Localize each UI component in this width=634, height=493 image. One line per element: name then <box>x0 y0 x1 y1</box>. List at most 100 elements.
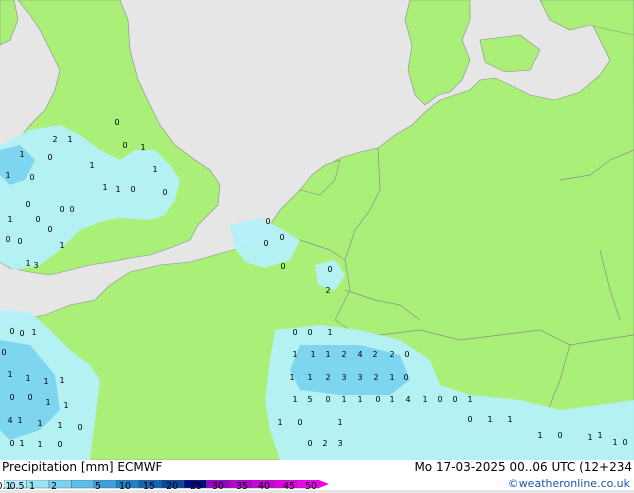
precip-value: 1 <box>67 135 72 144</box>
precip-value: 1 <box>292 395 297 404</box>
precip-value: 1 <box>612 438 617 447</box>
precip-value: 0 <box>263 239 268 248</box>
precip-value: 0 <box>9 439 14 448</box>
precip-value: 1 <box>25 259 30 268</box>
precip-value: 0 <box>375 395 380 404</box>
precip-value: 0 <box>9 327 14 336</box>
precip-value: 2 <box>341 350 346 359</box>
scale-tick-label: 10 <box>118 481 132 492</box>
precip-value: 0 <box>122 141 127 150</box>
precip-value: 1 <box>467 395 472 404</box>
precip-value: 0 <box>27 393 32 402</box>
precip-value: 0 <box>57 440 62 449</box>
precip-value: 4 <box>405 395 410 404</box>
precip-value: 1 <box>37 440 42 449</box>
precip-value: 1 <box>140 143 145 152</box>
precip-value: 1 <box>487 415 492 424</box>
precip-value: 1 <box>19 150 24 159</box>
scale-tick-label: 30 <box>211 481 225 492</box>
precip-value: 1 <box>341 395 346 404</box>
precip-value: 1 <box>289 373 294 382</box>
precip-value: 2 <box>325 373 330 382</box>
precip-value: 0 <box>437 395 442 404</box>
precip-value: 3 <box>357 373 362 382</box>
precip-value: 0 <box>5 235 10 244</box>
scale-tick-label: 15 <box>142 481 156 492</box>
credit-link[interactable]: ©weatheronline.co.uk <box>508 477 630 490</box>
scale-tick-label: 25 <box>189 481 203 492</box>
precip-value: 1 <box>152 165 157 174</box>
precip-value: 0 <box>325 395 330 404</box>
precip-value: 1 <box>357 395 362 404</box>
scale-tick-label: 2 <box>50 481 58 492</box>
precip-value: 1 <box>59 241 64 250</box>
precip-value: 0 <box>307 328 312 337</box>
precip-value: 0 <box>47 153 52 162</box>
precip-value: 0 <box>297 418 302 427</box>
precip-value: 0 <box>69 205 74 214</box>
precip-value: 0 <box>130 185 135 194</box>
precip-value: 2 <box>389 350 394 359</box>
precip-value: 0 <box>25 200 30 209</box>
scale-tick-label: 40 <box>257 481 271 492</box>
precip-value: 0 <box>265 217 270 226</box>
precip-value: 1 <box>19 439 24 448</box>
precip-value: 0 <box>467 415 472 424</box>
precip-value: 0 <box>9 393 14 402</box>
precip-value: 0 <box>280 262 285 271</box>
precip-value: 0 <box>29 173 34 182</box>
precip-value: 0 <box>307 439 312 448</box>
precip-value: 0 <box>35 215 40 224</box>
precip-value: 1 <box>7 215 12 224</box>
precip-value: 0 <box>452 395 457 404</box>
scale-tick-label: 0.5 <box>9 481 25 492</box>
precip-value: 2 <box>373 373 378 382</box>
precip-value: 1 <box>310 350 315 359</box>
precip-value: 1 <box>37 419 42 428</box>
precip-value: 3 <box>33 261 38 270</box>
precip-value: 1 <box>292 350 297 359</box>
precip-value: 4 <box>7 416 12 425</box>
precip-value: 3 <box>341 373 346 382</box>
precip-value: 1 <box>507 415 512 424</box>
precip-value: 0 <box>162 188 167 197</box>
scale-tick-label: 5 <box>94 481 102 492</box>
precip-value: 0 <box>77 423 82 432</box>
precip-value: 3 <box>337 439 342 448</box>
precip-value: 1 <box>597 431 602 440</box>
precip-value: 1 <box>63 401 68 410</box>
precipitation-map: 2 11 01 000 11011 1 000 01 000 0 11 30000 0210000 0 11… <box>0 0 634 460</box>
precip-value: 1 <box>115 185 120 194</box>
precip-value: 1 <box>277 418 282 427</box>
precip-value: 4 <box>357 350 362 359</box>
precip-value: 1 <box>57 421 62 430</box>
scale-tick-label: 1 <box>28 481 36 492</box>
precip-value: 0 <box>404 350 409 359</box>
precip-value: 0 <box>114 118 119 127</box>
precip-value: 0 <box>47 225 52 234</box>
precip-value: 1 <box>7 370 12 379</box>
footer-bar: Precipitation [mm] ECMWF Mo 17-03-2025 0… <box>0 460 634 492</box>
precip-value: 1 <box>389 373 394 382</box>
precip-value: 1 <box>102 183 107 192</box>
scale-tick-label: 50 <box>304 481 318 492</box>
precip-value: 0 <box>292 328 297 337</box>
precip-value: 2 <box>325 286 330 295</box>
precip-value: 1 <box>389 395 394 404</box>
precip-value: 0 <box>327 265 332 274</box>
precip-value: 1 <box>325 350 330 359</box>
precip-value: 1 <box>307 373 312 382</box>
precip-value: 0 <box>17 237 22 246</box>
precip-value: 1 <box>587 433 592 442</box>
scale-tick-label: 35 <box>235 481 249 492</box>
precip-value: 1 <box>31 328 36 337</box>
precip-value: 0 <box>557 431 562 440</box>
precip-value: 2 <box>52 135 57 144</box>
precip-value: 1 <box>89 161 94 170</box>
precip-value: 5 <box>307 395 312 404</box>
precip-value: 0 <box>1 348 6 357</box>
precip-value: 2 <box>322 439 327 448</box>
precip-value: 1 <box>59 376 64 385</box>
precip-value: 0 <box>19 329 24 338</box>
precip-value: 0 <box>622 438 627 447</box>
